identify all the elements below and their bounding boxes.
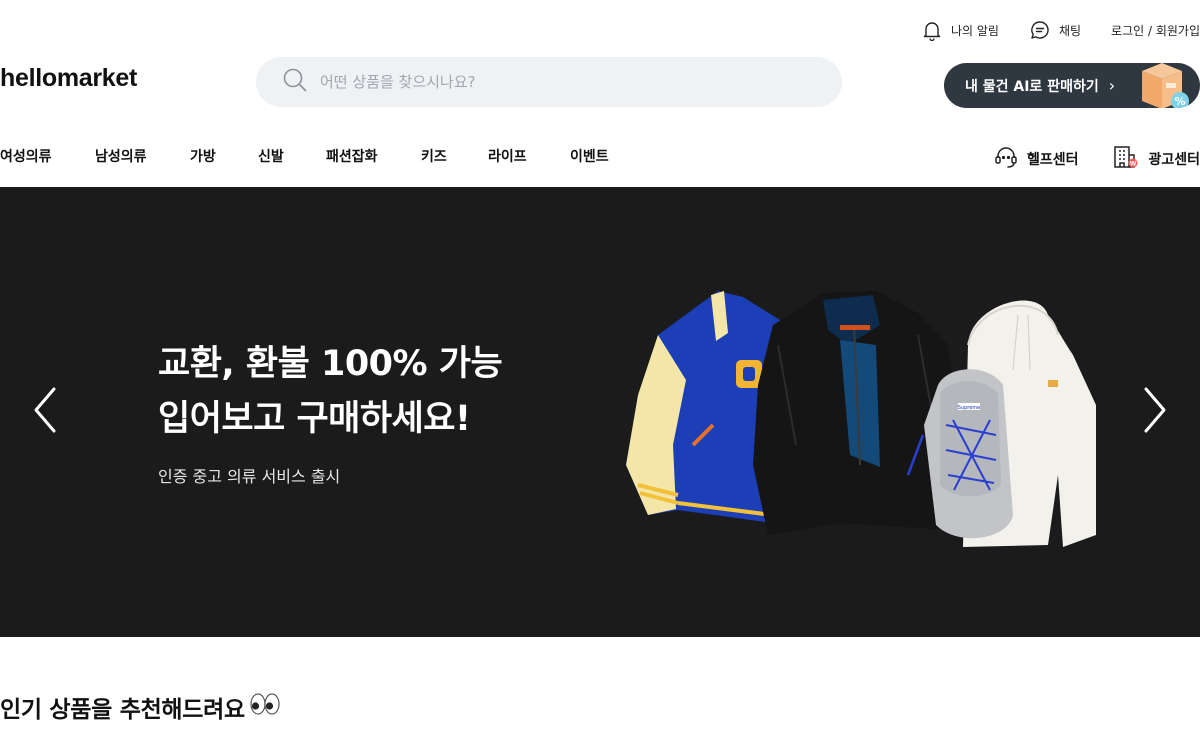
banner-title: 교환, 환불 100% 가능 입어보고 구매하세요! bbox=[158, 337, 503, 447]
chat-icon bbox=[1029, 19, 1051, 41]
utility-bar: 나의 알림 채팅 로그인 / 회원가입 bbox=[921, 18, 1200, 42]
chat-link[interactable]: 채팅 bbox=[1029, 19, 1081, 41]
ai-sell-label: 내 물건 AI로 판매하기 bbox=[965, 78, 1099, 95]
hero-banner[interactable]: 교환, 환불 100% 가능 입어보고 구매하세요! 인증 중고 의류 서비스 … bbox=[0, 187, 1200, 637]
banner-subtitle: 인증 중고 의류 서비스 출시 bbox=[158, 467, 341, 486]
section-title: 인기 상품을 추천해드려요 bbox=[0, 690, 281, 724]
login-signup-label: 로그인 / 회원가입 bbox=[1111, 23, 1200, 38]
svg-text:Supreme: Supreme bbox=[958, 405, 981, 411]
chevron-right-icon: › bbox=[1108, 76, 1116, 95]
help-center-label: 헬프센터 bbox=[1026, 152, 1079, 168]
nav-item-accessories[interactable]: 패션잡화 bbox=[326, 146, 421, 166]
nav-item-life[interactable]: 라이프 bbox=[488, 146, 570, 166]
clothing-illustration: Supreme bbox=[626, 291, 1096, 547]
login-signup-link[interactable]: 로그인 / 회원가입 bbox=[1111, 22, 1200, 39]
banner-title-line-1: 교환, 환불 100% 가능 bbox=[158, 344, 503, 384]
nav-item-shoes[interactable]: 신발 bbox=[258, 146, 326, 166]
svg-text:W: W bbox=[1130, 161, 1137, 168]
headset-icon bbox=[993, 144, 1019, 174]
nav-item-mens[interactable]: 남성의류 bbox=[95, 146, 190, 166]
nav-item-womens[interactable]: 여성의류 bbox=[0, 146, 95, 166]
banner-title-line-2: 입어보고 구매하세요! bbox=[158, 399, 471, 439]
section-title-text: 인기 상품을 추천해드려요 bbox=[0, 697, 245, 723]
help-center-link[interactable]: 헬프센터 bbox=[993, 144, 1079, 174]
category-nav: 여성의류 남성의류 가방 신발 패션잡화 키즈 라이프 이벤트 bbox=[0, 146, 640, 166]
nav-item-kids[interactable]: 키즈 bbox=[421, 146, 488, 166]
building-icon: W bbox=[1112, 144, 1140, 174]
nav-right-links: 헬프센터 W 광고센터 bbox=[993, 144, 1200, 174]
chevron-left-icon[interactable] bbox=[30, 385, 60, 435]
eyes-emoji bbox=[249, 693, 281, 721]
chat-label: 채팅 bbox=[1058, 23, 1082, 38]
chevron-right-icon[interactable] bbox=[1140, 385, 1170, 435]
logo[interactable]: hellomarket bbox=[0, 64, 137, 93]
notifications-label: 나의 알림 bbox=[950, 23, 999, 38]
ad-center-label: 광고센터 bbox=[1148, 152, 1200, 168]
search-bar[interactable] bbox=[256, 57, 842, 107]
box-illustration: % bbox=[1142, 63, 1189, 108]
svg-text:%: % bbox=[1174, 95, 1185, 108]
ad-center-link[interactable]: W 광고센터 bbox=[1112, 144, 1200, 174]
search-icon[interactable] bbox=[282, 67, 308, 97]
notifications-link[interactable]: 나의 알림 bbox=[921, 19, 999, 41]
search-input[interactable] bbox=[320, 73, 780, 91]
nav-item-events[interactable]: 이벤트 bbox=[570, 146, 640, 166]
bell-icon bbox=[921, 19, 943, 41]
ai-sell-button[interactable]: 내 물건 AI로 판매하기 › % bbox=[944, 63, 1200, 108]
nav-item-bags[interactable]: 가방 bbox=[190, 146, 258, 166]
